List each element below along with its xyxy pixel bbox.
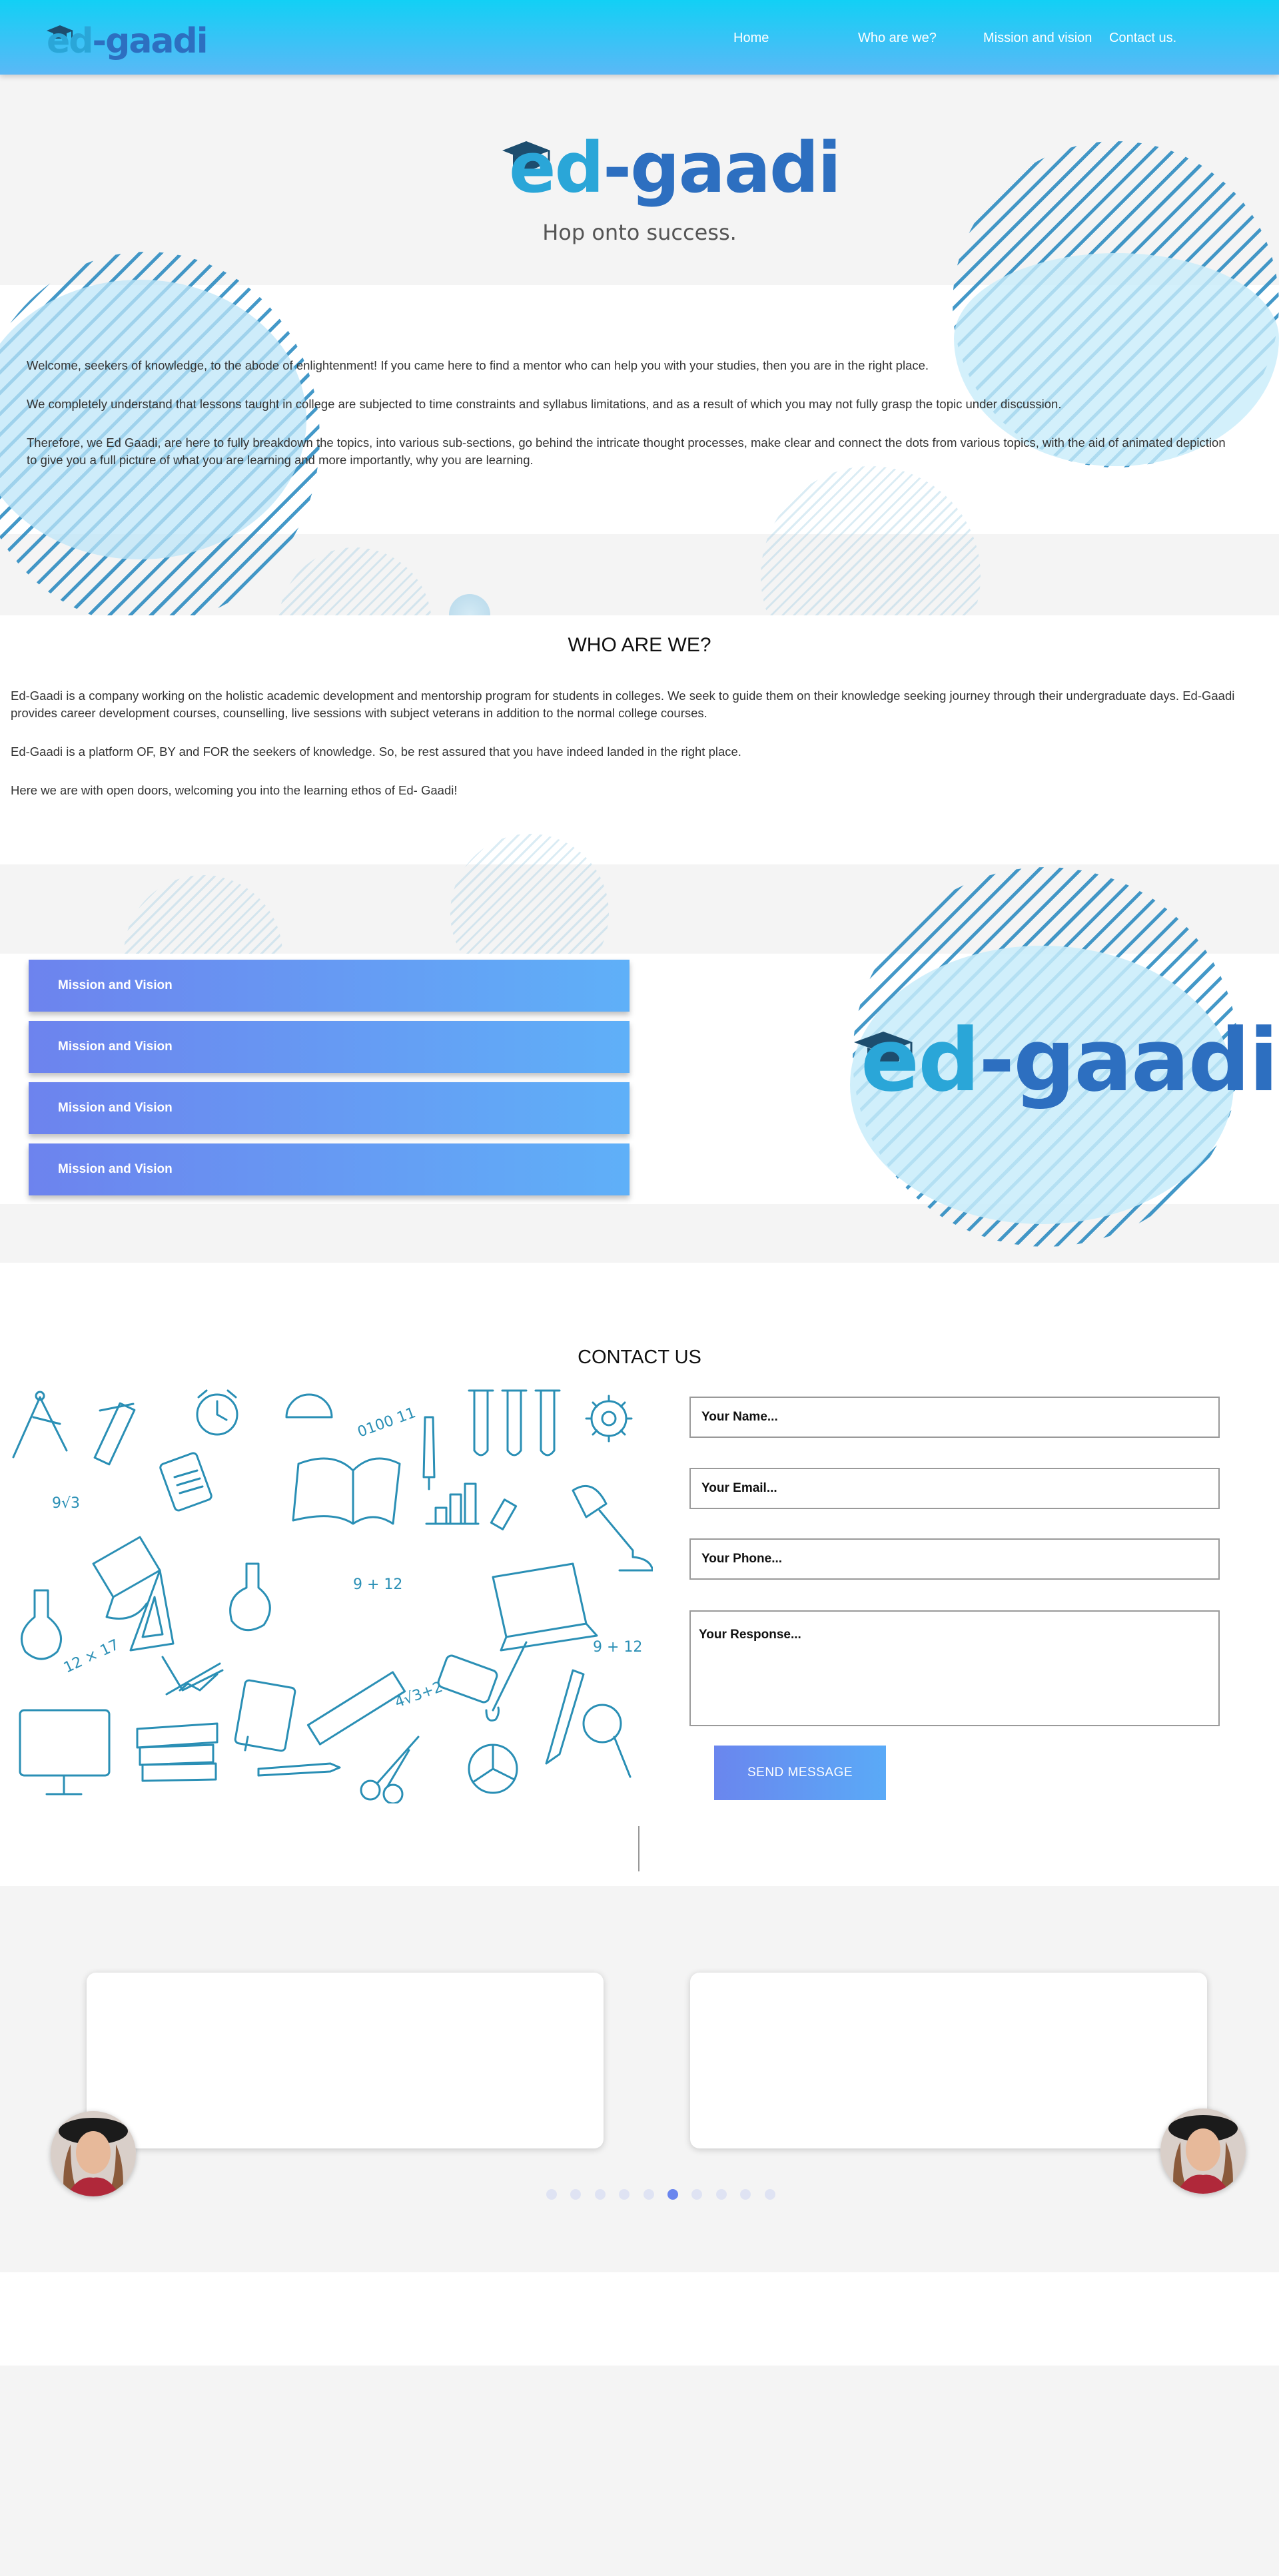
top-navbar: ed-gaadi Home Who are we? Mission and vi… [0,0,1279,75]
monitor-icon [19,1709,111,1795]
flask-icon [229,1562,271,1632]
mission-accordion-item-1[interactable]: Mission and Vision [29,960,630,1012]
doodle-text: 9 + 12 [593,1639,642,1656]
magnifier-icon [582,1704,632,1778]
carousel-dot[interactable] [667,2189,678,2200]
gear-icon [585,1395,633,1443]
desk-lamp-icon [572,1484,653,1572]
ruler-icon [306,1671,406,1746]
carousel-dot[interactable] [715,2189,727,2200]
nav-who-are-we-link[interactable]: Who are we? [858,31,937,46]
person-avatar-icon [51,2111,136,2196]
doodle-text: 12 × 17 [61,1636,122,1676]
intro-paragraph-3: Therefore, we Ed Gaadi, are here to full… [27,436,1226,467]
mission-logo: ed-gaadi [851,1016,1278,1116]
logo-dash-text: - [602,127,632,208]
compass-icon [12,1391,68,1458]
intro-paragraph-1: Welcome, seekers of knowledge, to the ab… [27,358,929,372]
logo-gaadi-text: gaadi [105,21,208,61]
who-paragraph-3: Here we are with open doors, welcoming y… [11,783,458,797]
doodle-text: 9√3 [52,1495,80,1512]
footer-band [0,2272,1279,2366]
graduation-cap-icon [92,1536,161,1620]
logo-gaadi-text: gaadi [1013,1010,1278,1111]
pencil-lying-icon [257,1762,341,1777]
who-are-we-heading: WHO ARE WE? [568,634,711,656]
pencil-icon [545,1669,585,1765]
test-tubes-icon [468,1389,561,1456]
mission-logo-text: ed-gaadi [861,1017,1278,1104]
phone-icon [437,1654,498,1704]
calculator-icon [159,1452,213,1512]
carousel-dot[interactable] [546,2189,557,2200]
scissors-icon [360,1736,420,1803]
doodle-text: 9 + 12 [353,1576,402,1593]
testimonial-card [690,1973,1207,2148]
carousel-dot[interactable] [643,2189,654,2200]
carousel-dot[interactable] [594,2189,606,2200]
nav-home-link[interactable]: Home [733,31,769,46]
intro-paragraph-2: We completely understand that lessons ta… [27,397,1062,411]
notebook-icon [234,1679,296,1752]
logo-ed-text: ed [47,21,93,61]
scroll-divider [638,1826,640,1871]
books-icon [136,1722,218,1782]
bar-chart-icon [425,1482,480,1525]
avatar[interactable] [1160,2108,1246,2194]
response-field[interactable] [689,1610,1220,1726]
logo-gaadi-text: gaadi [630,127,841,208]
hero-logo: ed-gaadi [500,133,841,206]
name-field[interactable] [689,1397,1220,1438]
laptop-icon [492,1562,598,1652]
mission-accordion-item-3[interactable]: Mission and Vision [29,1082,630,1134]
protractor-icon [285,1393,333,1419]
mission-accordion-item-2[interactable]: Mission and Vision [29,1021,630,1073]
nav-mission-vision-link[interactable]: Mission and vision [983,31,1092,46]
paintbrush-icon [485,1641,528,1722]
logo-ed-text: ed [861,1010,980,1111]
person-avatar-icon [1160,2108,1246,2194]
alarm-clock-icon [196,1389,238,1436]
pie-chart-icon [468,1744,518,1794]
doodle-text: 0100 11 [356,1405,418,1441]
diploma-icon [93,1402,136,1466]
email-field[interactable] [689,1468,1220,1509]
logo-dash-text: - [979,1010,1015,1111]
contact-heading: CONTACT US [578,1347,701,1368]
open-book-icon [292,1457,401,1525]
avatar[interactable] [51,2111,136,2196]
navbar-logo-text: ed-gaadi [47,21,209,61]
logo-dash-text: - [92,21,107,61]
education-doodles-illustration: 0100 11 9√3 9 + 12 12 × 17 4√3+2 9 + 12 [12,1389,653,1803]
nav-contact-us-link[interactable]: Contact us. [1109,31,1176,46]
pen-icon [422,1416,436,1490]
who-paragraph-2: Ed-Gaadi is a platform OF, BY and FOR th… [11,745,741,759]
send-message-button[interactable]: SEND MESSAGE [714,1746,886,1800]
testimonial-card [87,1973,604,2148]
who-paragraph-1: Ed-Gaadi is a company working on the hol… [11,689,1235,720]
carousel-dot[interactable] [764,2189,775,2200]
hero-logo-text: ed-gaadi [509,133,841,202]
round-flask-icon [20,1589,63,1660]
eraser-icon [490,1498,518,1530]
mission-accordion-item-4[interactable]: Mission and Vision [29,1143,630,1195]
line-graph-icon [161,1656,224,1696]
logo-ed-text: ed [509,127,604,208]
phone-field[interactable] [689,1538,1220,1580]
